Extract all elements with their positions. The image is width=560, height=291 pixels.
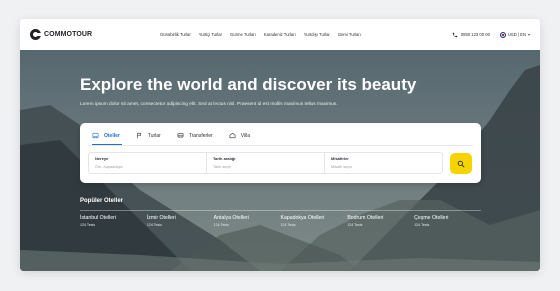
tab-villa-label: Villa: [240, 132, 251, 139]
brand-logo[interactable]: COMMOTOUR: [30, 29, 92, 40]
tabs-divider: [88, 145, 473, 146]
flag-icon: [137, 132, 141, 139]
popular-item-count: 124 Tesis: [280, 223, 296, 227]
bus-icon: [177, 133, 184, 138]
guests-field[interactable]: Misafirler Misafir seçin: [325, 153, 442, 173]
tab-hotels-label: Oteller: [104, 132, 120, 139]
phone-icon: [452, 32, 458, 37]
nav-link-abroad-tours[interactable]: Yurtdışı Turlar: [304, 32, 330, 37]
search-tabs: Oteller Turlar Transferler Villa: [92, 132, 250, 139]
destination-placeholder: Örn. Kapadokya: [95, 165, 123, 169]
popular-item-name: Bodrum Otelleri: [347, 215, 384, 221]
nav-link-domestic-tours[interactable]: Yurtiçi Turlar: [199, 32, 222, 37]
nav-link-black-sea-tours[interactable]: Karadeniz Turları: [264, 32, 296, 37]
hero-headline: Explore the world and discover its beaut…: [80, 75, 417, 94]
uk-flag-icon: [499, 31, 506, 38]
tab-transfers[interactable]: Transferler: [177, 132, 213, 139]
popular-hotels-list: İstanbul Otelleri 124 Tesis İzmir Otelle…: [80, 215, 481, 227]
tab-villa[interactable]: Villa: [229, 132, 250, 139]
popular-item-name: İstanbul Otelleri: [80, 215, 117, 221]
popular-hotels-title: Popüler Oteller: [80, 198, 124, 204]
nav-right: 0850 123 00 00 USD | EN ▾: [452, 19, 530, 50]
popular-item-count: 124 Tesis: [213, 223, 229, 227]
nav-link-cruise-tours[interactable]: Gemi Turları: [338, 32, 361, 37]
popular-item-antalya[interactable]: Antalya Otelleri 124 Tesis: [214, 215, 281, 227]
chevron-down-icon: ▾: [527, 32, 530, 37]
search-fields: Nereye Örn. Kapadokya Tarih aralığı Tari…: [88, 152, 443, 174]
guests-label: Misafirler: [331, 156, 349, 161]
search-button[interactable]: [450, 153, 472, 174]
tab-tours[interactable]: Turlar: [136, 132, 161, 139]
popular-item-bodrum[interactable]: Bodrum Otelleri 124 Tesis: [347, 215, 414, 227]
hero-subline: Lorem ipsum dolor sit amet, consectetur …: [80, 102, 338, 107]
popular-item-istanbul[interactable]: İstanbul Otelleri 124 Tesis: [80, 215, 147, 227]
popular-item-cesme[interactable]: Çeşme Otelleri 124 Tesis: [414, 215, 481, 227]
main-nav: Günübirlik Turlar Yurtiçi Turlar Gurme T…: [160, 19, 361, 50]
home-icon: [229, 132, 236, 139]
nav-link-daily-tours[interactable]: Günübirlik Turlar: [160, 32, 191, 37]
popular-item-name: Çeşme Otelleri: [414, 215, 449, 221]
search-card: Oteller Turlar Transferler Villa Nereye …: [80, 123, 481, 183]
nav-link-gourmet-tours[interactable]: Gurme Turları: [230, 32, 256, 37]
app-window: COMMOTOUR Günübirlik Turlar Yurtiçi Turl…: [20, 19, 540, 271]
popular-divider: [80, 210, 481, 211]
date-range-field[interactable]: Tarih aralığı Tarih seçin: [207, 153, 325, 173]
search-icon: [457, 160, 465, 167]
hero-section: Explore the world and discover its beaut…: [20, 50, 540, 271]
tab-hotels[interactable]: Oteller: [92, 132, 120, 139]
top-navbar: COMMOTOUR Günübirlik Turlar Yurtiçi Turl…: [20, 19, 540, 50]
destination-field[interactable]: Nereye Örn. Kapadokya: [89, 153, 207, 173]
popular-item-name: Antalya Otelleri: [213, 215, 249, 221]
logo-icon: [30, 29, 41, 40]
popular-item-count: 124 Tesis: [414, 223, 430, 227]
popular-item-kapadokya[interactable]: Kapadokya Otelleri 124 Tesis: [280, 215, 347, 227]
popular-item-count: 124 Tesis: [347, 223, 363, 227]
popular-item-name: İzmir Otelleri: [146, 215, 176, 221]
destination-label: Nereye: [95, 156, 109, 161]
tab-transfers-label: Transferler: [188, 132, 213, 139]
currency-language-select[interactable]: USD | EN ▾: [499, 31, 530, 38]
date-range-placeholder: Tarih seçin: [213, 165, 232, 169]
popular-item-count: 124 Tesis: [80, 223, 96, 227]
popular-item-name: Kapadokya Otelleri: [280, 215, 325, 221]
phone-contact[interactable]: 0850 123 00 00: [452, 32, 490, 38]
guests-placeholder: Misafir seçin: [331, 165, 353, 169]
tab-tours-label: Turlar: [147, 132, 161, 139]
hotel-icon: [92, 132, 99, 139]
date-range-label: Tarih aralığı: [213, 156, 236, 161]
brand-name: COMMOTOUR: [44, 31, 93, 38]
popular-item-count: 124 Tesis: [146, 223, 162, 227]
currency-language-label: USD | EN: [507, 32, 526, 37]
popular-item-izmir[interactable]: İzmir Otelleri 124 Tesis: [147, 215, 214, 227]
phone-number: 0850 123 00 00: [460, 32, 490, 37]
